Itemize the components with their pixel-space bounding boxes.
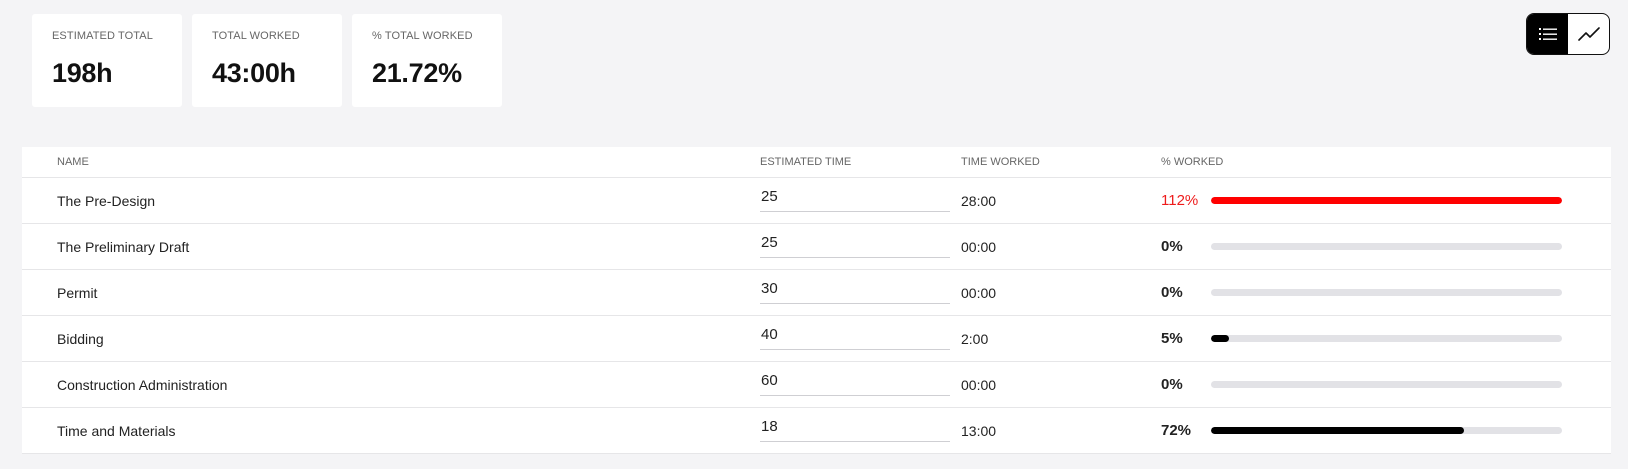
estimated-time-input[interactable] <box>760 232 950 258</box>
estimated-time-input[interactable] <box>760 278 950 304</box>
list-view-button[interactable] <box>1527 14 1568 54</box>
table-row: Permit 00:00 0% <box>22 270 1611 316</box>
pct-worked: 0% <box>1161 238 1183 255</box>
progress-bar-fill <box>1211 427 1464 434</box>
progress-bar <box>1211 289 1562 296</box>
header-time-worked[interactable]: TIME WORKED <box>961 156 1040 168</box>
time-worked: 28:00 <box>961 192 997 209</box>
pct-worked: 112% <box>1161 192 1199 209</box>
pct-worked: 72% <box>1161 422 1192 439</box>
total-worked-value: 43:00h <box>212 58 296 88</box>
progress-bar <box>1211 243 1562 250</box>
total-worked-card: TOTAL WORKED 43:00h <box>192 14 342 107</box>
pct-total-worked-label: % TOTAL WORKED <box>372 30 473 42</box>
time-worked: 2:00 <box>961 330 989 347</box>
pct-total-worked-value: 21.72% <box>372 58 462 88</box>
table-header: NAME ESTIMATED TIME TIME WORKED % WORKED <box>22 147 1611 178</box>
progress-bar-fill <box>1211 197 1562 204</box>
estimated-time-input[interactable] <box>760 416 950 442</box>
task-name: The Pre-Design <box>57 192 156 209</box>
time-worked: 13:00 <box>961 422 997 439</box>
estimated-time-input[interactable] <box>760 370 950 396</box>
task-name: Construction Administration <box>57 376 228 393</box>
pct-worked: 5% <box>1161 330 1183 347</box>
task-name: The Preliminary Draft <box>57 238 190 255</box>
progress-bar <box>1211 381 1562 388</box>
task-name: Bidding <box>57 330 104 347</box>
estimated-time-input[interactable] <box>760 324 950 350</box>
tasks-table: NAME ESTIMATED TIME TIME WORKED % WORKED… <box>22 147 1611 454</box>
view-toggle <box>1526 13 1610 55</box>
table-row: Construction Administration 00:00 0% <box>22 362 1611 408</box>
pct-worked: 0% <box>1161 284 1183 301</box>
chart-view-button[interactable] <box>1568 14 1609 54</box>
table-row: The Preliminary Draft 00:00 0% <box>22 224 1611 270</box>
progress-bar <box>1211 335 1562 342</box>
estimated-total-card: ESTIMATED TOTAL 198h <box>32 14 182 107</box>
line-chart-icon <box>1577 27 1600 41</box>
progress-bar <box>1211 427 1562 434</box>
header-estimated-time[interactable]: ESTIMATED TIME <box>760 156 851 168</box>
pct-worked: 0% <box>1161 376 1183 393</box>
header-pct-worked[interactable]: % WORKED <box>1161 156 1223 168</box>
estimated-time-input[interactable] <box>760 186 950 212</box>
table-row: Time and Materials 13:00 72% <box>22 408 1611 454</box>
time-worked: 00:00 <box>961 376 997 393</box>
estimated-total-value: 198h <box>52 58 113 88</box>
list-icon <box>1538 28 1557 40</box>
table-row: The Pre-Design 28:00 112% <box>22 178 1611 224</box>
table-row: Bidding 2:00 5% <box>22 316 1611 362</box>
task-name: Permit <box>57 284 98 301</box>
summary-cards: ESTIMATED TOTAL 198h TOTAL WORKED 43:00h… <box>32 14 502 107</box>
task-name: Time and Materials <box>57 422 176 439</box>
time-worked: 00:00 <box>961 284 997 301</box>
progress-bar <box>1211 197 1562 204</box>
progress-bar-fill <box>1211 335 1229 342</box>
estimated-total-label: ESTIMATED TOTAL <box>52 30 153 42</box>
table-body: The Pre-Design 28:00 112% The Preliminar… <box>22 178 1611 454</box>
time-worked: 00:00 <box>961 238 997 255</box>
header-name[interactable]: NAME <box>57 156 89 168</box>
pct-total-worked-card: % TOTAL WORKED 21.72% <box>352 14 502 107</box>
total-worked-label: TOTAL WORKED <box>212 30 300 42</box>
